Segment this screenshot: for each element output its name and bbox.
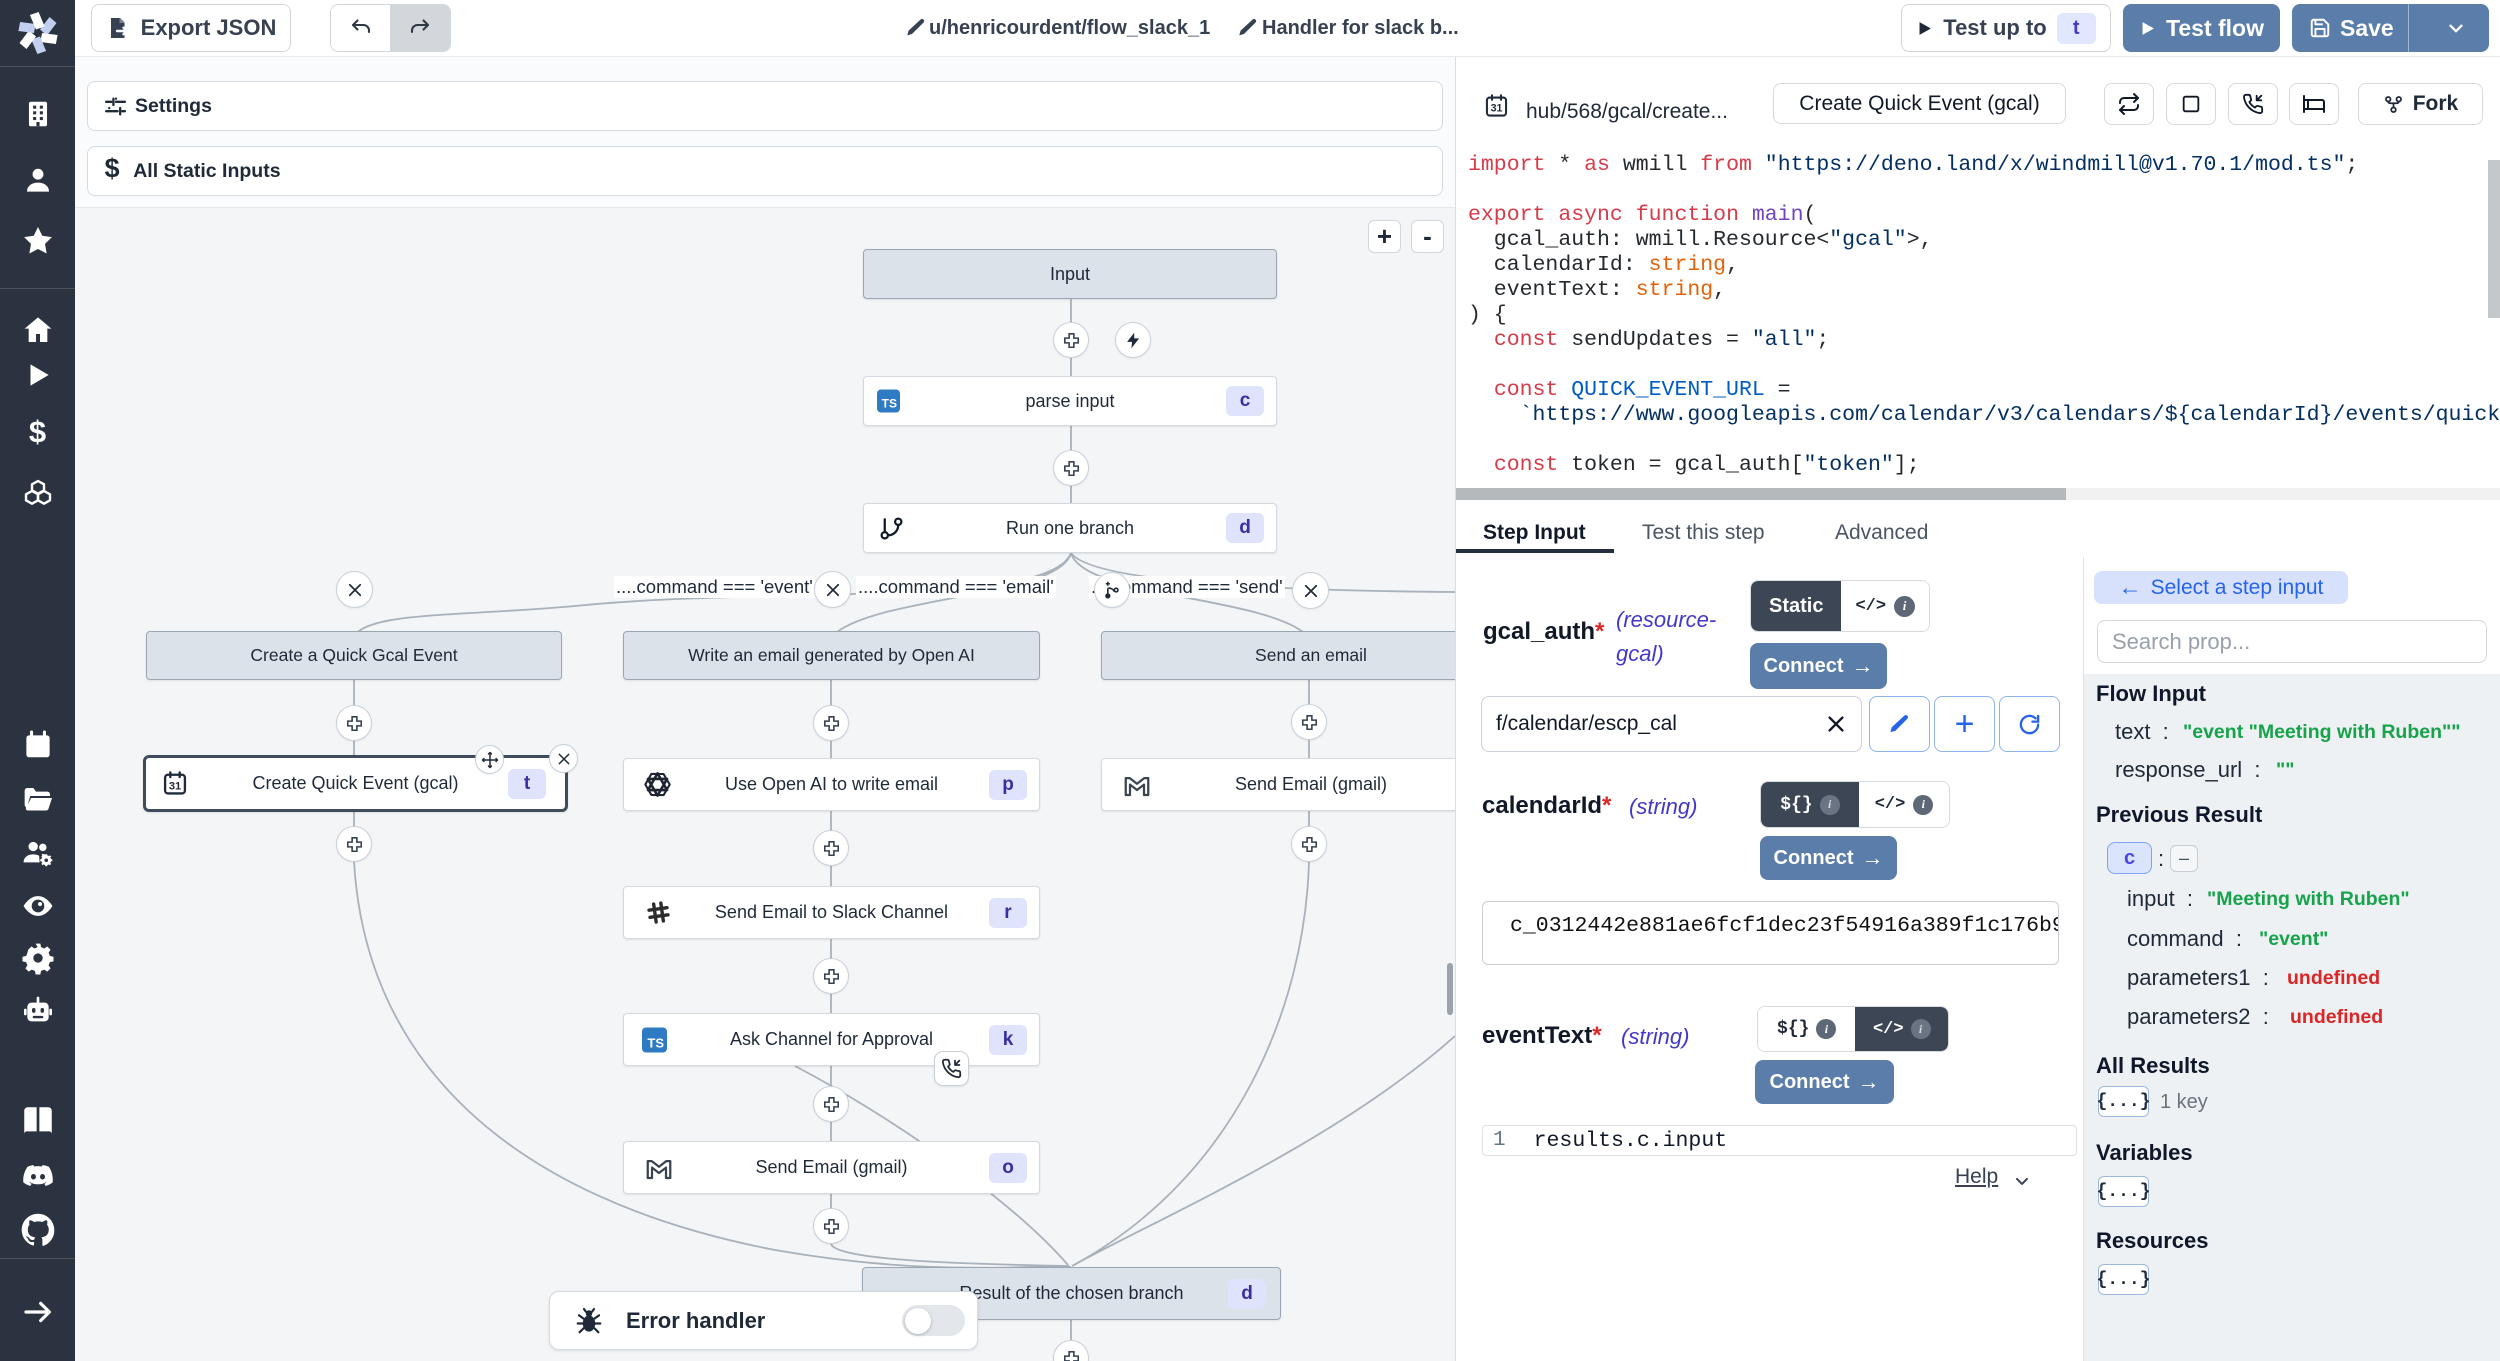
- svg-text:31: 31: [1491, 103, 1503, 115]
